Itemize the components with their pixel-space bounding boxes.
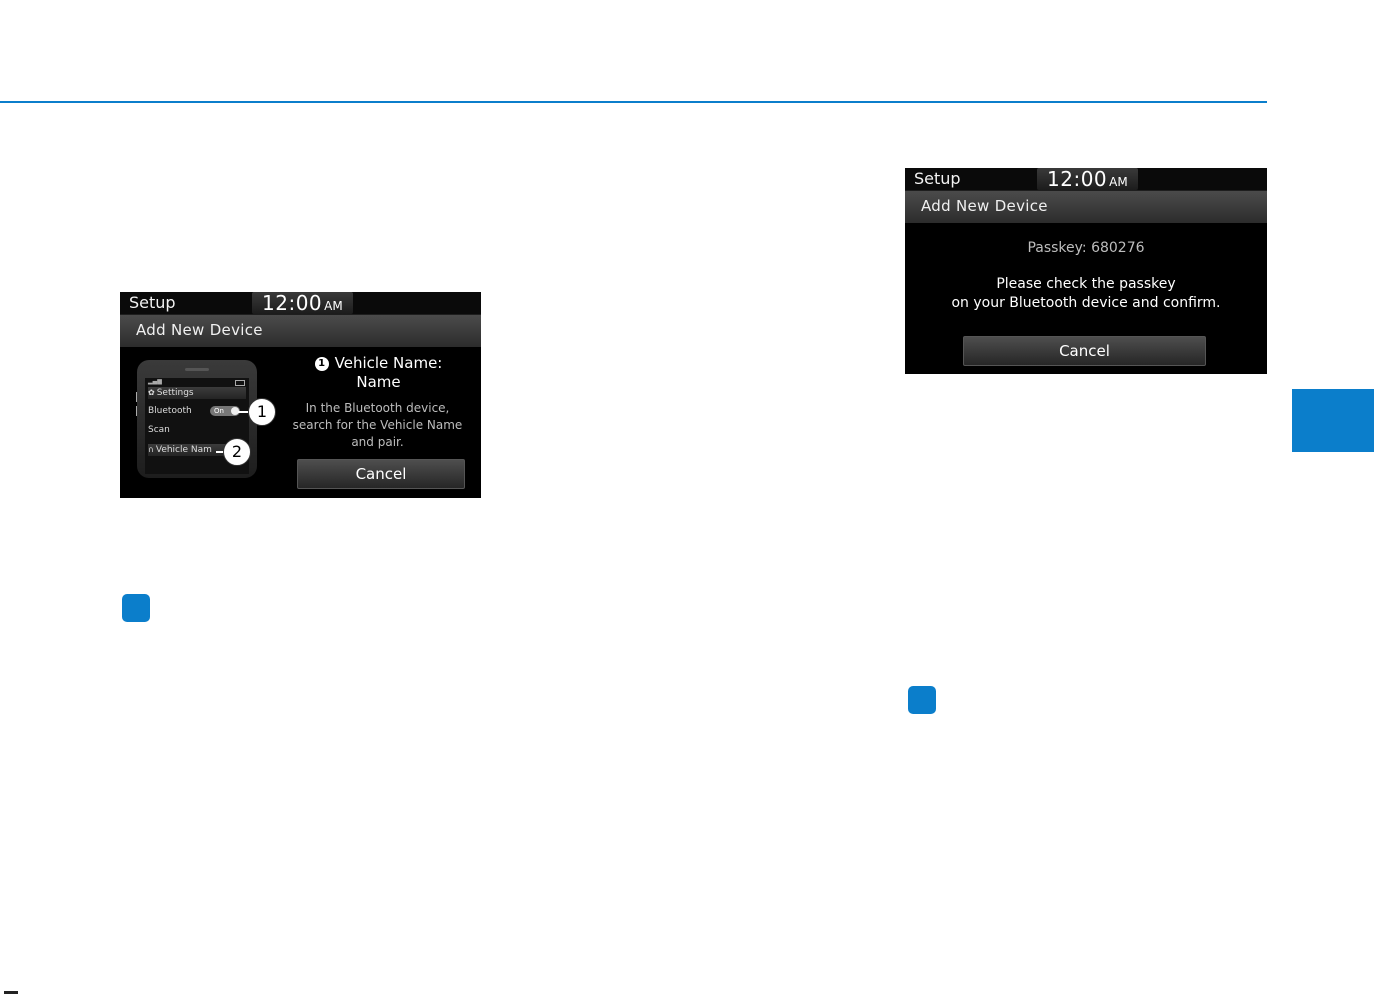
- clock-time: 12:00: [262, 292, 323, 315]
- status-bar: Setup 12:00 AM: [905, 168, 1267, 191]
- phone-statusbar: ▂▄▆: [145, 378, 249, 386]
- passkey-text: Passkey: 680276: [1027, 240, 1145, 256]
- vehicle-name-label: Vehicle Name:: [334, 354, 443, 372]
- cancel-button[interactable]: Cancel: [963, 336, 1206, 366]
- signal-icon: ▂▄▆: [148, 378, 162, 385]
- page-corner-mark: [4, 991, 18, 994]
- screen-title: Setup: [914, 169, 961, 188]
- phone-vehicle-label: Vehicle Nam: [155, 445, 212, 455]
- pairing-instructions: In the Bluetooth device, search for the …: [280, 400, 475, 451]
- note-badge-left: [122, 594, 150, 622]
- confirm-message-line2: on your Bluetooth device and confirm.: [951, 295, 1221, 311]
- phone-bluetooth-row: Bluetooth On: [148, 405, 246, 417]
- instruction-line: In the Bluetooth device,: [305, 401, 450, 415]
- phone-scan-row: Scan: [148, 424, 246, 436]
- phone-settings-row: ✿ Settings: [148, 387, 246, 399]
- note-badge-right: [908, 686, 936, 714]
- status-bar: Setup 12:00 AM: [120, 292, 481, 315]
- cancel-button[interactable]: Cancel: [297, 459, 465, 489]
- clock-ampm: AM: [1109, 175, 1128, 189]
- screen-subheader: Add New Device: [905, 191, 1267, 223]
- phone-scan-label: Scan: [148, 425, 170, 435]
- clock-ampm: AM: [324, 299, 343, 313]
- phone-speaker: [185, 368, 209, 371]
- confirm-message-line1: Please check the passkey: [996, 276, 1176, 292]
- battery-icon: [235, 380, 245, 386]
- phone-bluetooth-label: Bluetooth: [148, 406, 192, 416]
- step-badge: 1: [314, 356, 329, 371]
- phone-settings-label: Settings: [156, 388, 194, 398]
- add-device-screen-pairing: Setup 12:00 AM Add New Device ▂▄▆ ✿ Settin…: [120, 292, 481, 498]
- instruction-line: search for the Vehicle Name: [292, 418, 463, 432]
- header-rule: [0, 101, 1267, 103]
- clock-time: 12:00: [1047, 168, 1108, 191]
- vehicle-name-value: Name: [356, 373, 401, 391]
- clock: 12:00 AM: [252, 292, 353, 314]
- headset-icon: ∩: [148, 445, 154, 454]
- vehicle-name-block: 1 Vehicle Name: Name: [286, 354, 471, 391]
- toggle-label: On: [214, 407, 224, 415]
- subheader-title: Add New Device: [136, 321, 263, 339]
- gear-icon: ✿: [148, 388, 155, 397]
- clock: 12:00 AM: [1037, 168, 1138, 190]
- screen-subheader: Add New Device: [120, 315, 481, 347]
- screen-title: Setup: [129, 293, 176, 312]
- chapter-tab: [1292, 389, 1374, 452]
- callout-1: 1: [248, 398, 276, 426]
- bluetooth-toggle: On: [210, 406, 240, 416]
- subheader-title: Add New Device: [921, 197, 1048, 215]
- instruction-line: and pair.: [351, 435, 404, 449]
- add-device-screen-passkey: Setup 12:00 AM Add New Device Passkey: 68…: [905, 168, 1267, 374]
- callout-2: 2: [223, 438, 251, 466]
